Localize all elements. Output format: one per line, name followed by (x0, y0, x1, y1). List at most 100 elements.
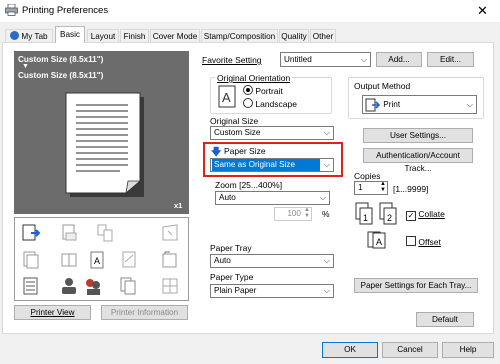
tab-cover-mode[interactable]: Cover Mode (150, 29, 200, 42)
copies-value: 1 (358, 183, 363, 192)
tab-other[interactable]: Other (310, 29, 336, 42)
paper-size-select[interactable]: Same as Original Size ⌵ (210, 158, 334, 172)
svg-text:1: 1 (363, 213, 368, 223)
zoom-select[interactable]: Auto ⌵ (215, 191, 330, 205)
portrait-page-icon: A (218, 85, 236, 108)
add-favorite-button[interactable]: Add... (376, 52, 422, 67)
chevron-down-icon: ⌵ (466, 100, 473, 109)
zoom-percent-spinner[interactable]: 100 ▲ ▼ (274, 207, 312, 221)
copies-tag: x1 (174, 201, 183, 210)
page-layout-icon (97, 224, 113, 242)
window-title: Printing Preferences (22, 5, 109, 16)
spinner-arrows-icon: ▲ ▼ (304, 207, 310, 219)
portrait-radio-label: Portrait (255, 86, 283, 96)
page-preview-icon (65, 92, 144, 197)
original-size-select[interactable]: Custom Size ⌵ (210, 126, 334, 140)
offset-label: Offset (418, 237, 441, 247)
edit-favorite-button[interactable]: Edit... (427, 52, 474, 67)
copy-document-icon (120, 277, 136, 295)
favorite-setting-value: Untitled (284, 55, 312, 64)
booklet-icon (61, 253, 77, 267)
copies-label: Copies (354, 171, 381, 181)
output-method-label: Output Method (354, 81, 411, 91)
user-auth-icon (62, 278, 76, 294)
original-orientation-label: Original Orientation (215, 73, 293, 83)
stamp-a-icon: A (90, 251, 104, 269)
chevron-down-icon: ⌵ (323, 286, 330, 295)
collate-checkbox[interactable]: ✓ Collate (406, 209, 445, 221)
collate-icon: 1 2 (355, 202, 397, 225)
duplex-icon (23, 251, 39, 269)
paper-tray-label: Paper Tray (210, 243, 252, 253)
paper-type-select[interactable]: Plain Paper ⌵ (210, 284, 334, 298)
function-icons-panel: A (14, 217, 189, 301)
landscape-radio-label: Landscape (255, 99, 297, 109)
paper-type-value: Plain Paper (214, 286, 257, 295)
user-settings-button[interactable]: User Settings... (363, 128, 473, 143)
fold-icon (162, 224, 178, 241)
chevron-down-icon: ⌵ (319, 193, 326, 202)
document-box-icon (62, 224, 77, 241)
tab-finish[interactable]: Finish (120, 29, 149, 42)
checkbox-empty-icon (406, 236, 416, 246)
chevron-down-icon: ⌵ (323, 256, 330, 265)
tab-layout[interactable]: Layout (87, 29, 119, 42)
paper-type-label: Paper Type (210, 272, 254, 282)
staple-icon (162, 251, 177, 268)
offset-icon: A (367, 231, 386, 249)
offset-checkbox[interactable]: Offset (406, 236, 441, 247)
tab-label: My Tab (21, 32, 48, 41)
chevron-down-icon: ⌵ (323, 160, 330, 169)
paper-size-value: Same as Original Size (212, 159, 320, 171)
radio-unselected-icon (243, 98, 253, 108)
printer-view-button[interactable]: Printer View (14, 305, 91, 320)
help-button[interactable]: Help (442, 342, 494, 358)
zoom-percent-value: 100 (287, 209, 301, 218)
grid-layout-icon (162, 278, 178, 294)
zoom-unit: % (322, 209, 330, 219)
output-method-select[interactable]: Print ⌵ (362, 95, 477, 114)
output-method-value: Print (383, 100, 401, 109)
tab-my-tab[interactable]: My Tab (5, 29, 53, 42)
paper-tray-select[interactable]: Auto ⌵ (210, 254, 334, 268)
landscape-radio[interactable]: Landscape (243, 98, 297, 109)
original-size-label: Original Size (210, 116, 259, 126)
default-button[interactable]: Default (416, 312, 474, 327)
checkmark-icon: ✓ (406, 211, 416, 221)
close-window-button[interactable]: ✕ (465, 0, 500, 22)
radio-selected-icon (243, 85, 253, 95)
paper-settings-each-tray-button[interactable]: Paper Settings for Each Tray... (354, 278, 478, 293)
paper-size-label: Paper Size (224, 146, 266, 156)
tab-basic[interactable]: Basic (55, 26, 85, 43)
spinner-arrows-icon: ▲ ▼ (380, 181, 386, 193)
user-icon (10, 31, 20, 40)
ok-button[interactable]: OK (322, 342, 378, 358)
cancel-button[interactable]: Cancel (382, 342, 438, 358)
printer-information-button[interactable]: Printer Information (101, 305, 188, 320)
svg-text:2: 2 (387, 213, 392, 223)
copies-spinner[interactable]: 1 ▲ ▼ (354, 181, 388, 195)
svg-text:A: A (94, 256, 100, 266)
title-bar: Printing Preferences ✕ (0, 0, 500, 22)
svg-text:A: A (376, 237, 382, 247)
chevron-down-icon: ⌵ (323, 128, 330, 137)
preview-output-size: Custom Size (8.5x11") (18, 71, 104, 80)
zoom-label: Zoom [25...400%] (215, 180, 283, 190)
portrait-radio[interactable]: Portrait (243, 85, 283, 96)
svg-text:A: A (222, 90, 231, 105)
preview-pane: Custom Size (8.5x11") ▼ Custom Size (8.5… (14, 51, 189, 214)
original-size-value: Custom Size (214, 128, 261, 137)
copies-range: [1...9999] (393, 184, 429, 194)
tab-quality[interactable]: Quality (279, 29, 309, 42)
favorite-setting-select[interactable]: Untitled ⌵ (280, 52, 371, 67)
printer-view-label: Printer View (30, 308, 75, 317)
document-list-icon (23, 277, 38, 295)
paper-tray-value: Auto (214, 256, 231, 265)
print-output-icon (22, 224, 41, 241)
account-track-icon (86, 279, 100, 295)
down-arrow-icon: ▼ (22, 63, 29, 70)
preview-original-size: Custom Size (8.5x11") (18, 55, 104, 64)
tab-stamp-composition[interactable]: Stamp/Composition (201, 29, 278, 42)
authentication-account-track-button[interactable]: Authentication/Account Track... (363, 148, 473, 173)
favorite-setting-label: Favorite Setting (202, 55, 262, 65)
